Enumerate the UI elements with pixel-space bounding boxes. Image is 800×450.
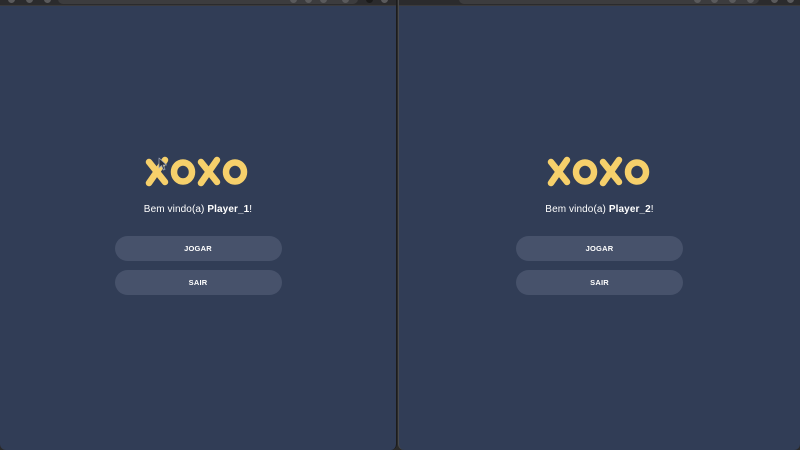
profile-avatar[interactable]	[366, 0, 373, 3]
xoxo-logo	[547, 156, 649, 187]
menu-icon[interactable]	[381, 0, 388, 3]
menu-icon[interactable]	[787, 0, 794, 3]
exit-button[interactable]: SAIR	[516, 270, 683, 295]
menu-screen: Bem vindo(a) Player_1! JOGAR SAIR	[0, 150, 396, 304]
player-name: Player_1	[207, 204, 250, 215]
browser-toolbar	[0, 0, 396, 6]
menu-screen: Bem vindo(a) Player_2! JOGAR SAIR	[399, 150, 800, 304]
welcome-message: Bem vindo(a) Player_2!	[545, 204, 654, 215]
exit-button[interactable]: SAIR	[114, 270, 282, 295]
play-button[interactable]: JOGAR	[114, 236, 282, 261]
browser-toolbar	[399, 0, 800, 6]
mouse-cursor-icon	[158, 157, 167, 171]
window-control-icon[interactable]	[8, 0, 15, 3]
welcome-message: Bem vindo(a) Player_1!	[143, 204, 253, 215]
back-icon[interactable]	[26, 0, 33, 3]
play-button[interactable]: JOGAR	[516, 236, 683, 261]
browser-window-player-2: Bem vindo(a) Player_2! JOGAR SAIR	[398, 0, 800, 450]
forward-icon[interactable]	[44, 0, 51, 3]
extension-icon[interactable]	[771, 0, 778, 3]
player-name: Player_2	[608, 204, 651, 215]
address-bar[interactable]	[58, 0, 358, 4]
browser-window-player-1: Bem vindo(a) Player_1! JOGAR SAIR	[0, 0, 397, 450]
desktop: Bem vindo(a) Player_1! JOGAR SAIR Bem vi…	[0, 0, 800, 450]
